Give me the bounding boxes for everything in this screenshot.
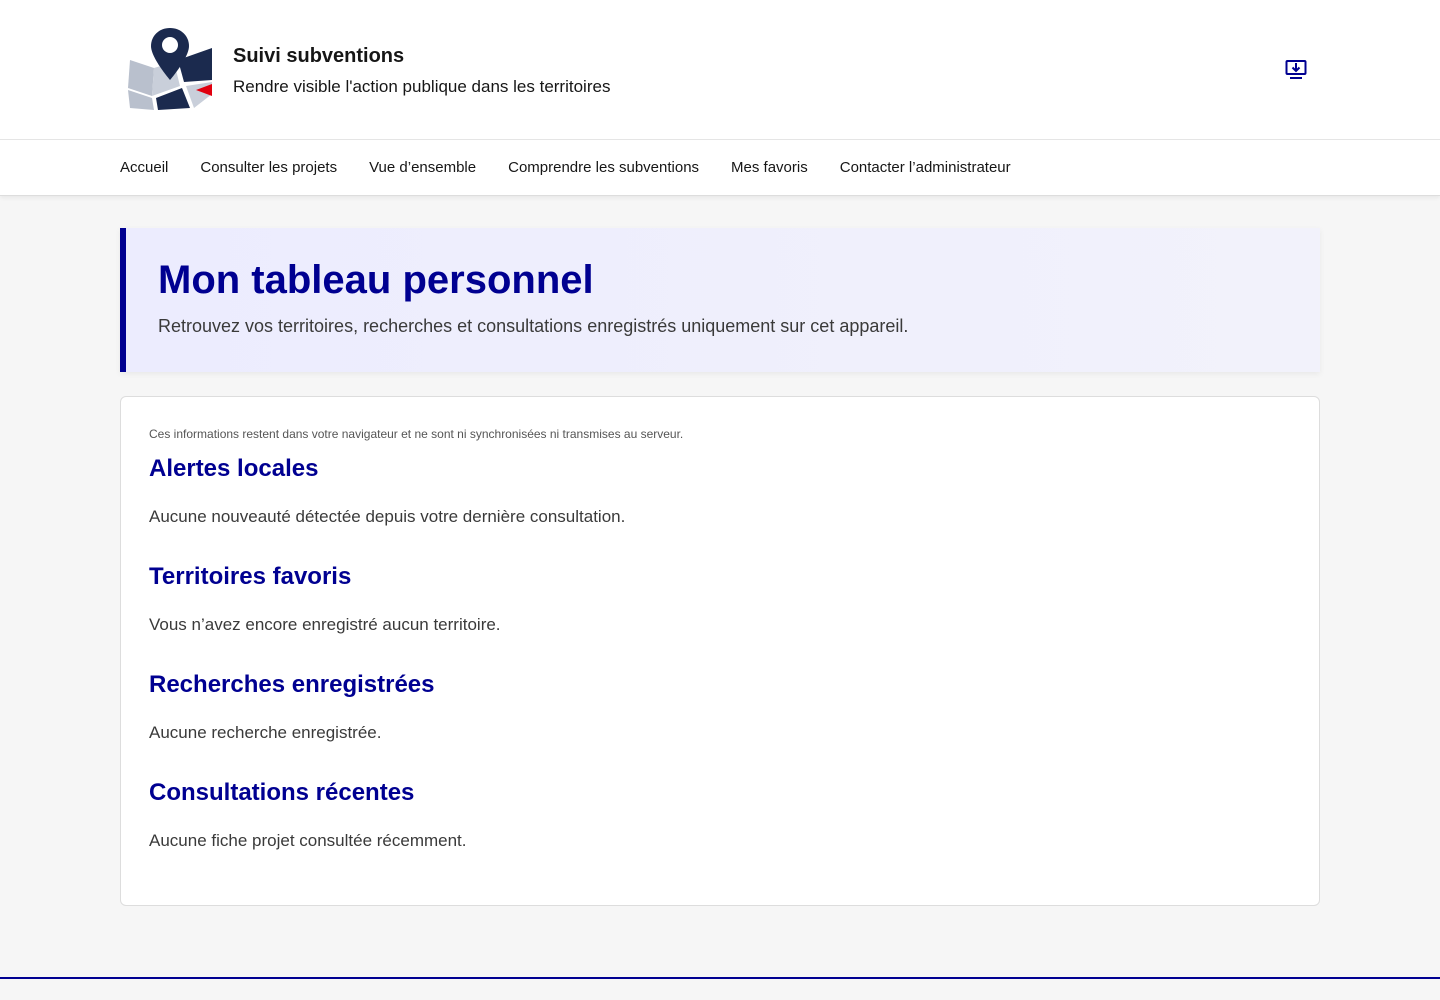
page-title: Mon tableau personnel [158,258,594,302]
nav-item-vue-ensemble[interactable]: Vue d’ensemble [369,159,476,176]
privacy-notice: Ces informations restent dans votre navi… [149,427,684,441]
section-text-recherches: Aucune recherche enregistrée. [149,723,382,742]
install-download-icon [1285,60,1307,79]
brand: Suivi subventions Rendre visible l'actio… [233,44,610,98]
site-title[interactable]: Suivi subventions [233,44,610,68]
section-title-recherches: Recherches enregistrées [149,671,435,698]
section-title-territoires: Territoires favoris [149,563,352,590]
nav-item-consulter-projets[interactable]: Consulter les projets [200,159,337,176]
site-tagline: Rendre visible l'action publique dans le… [233,77,611,96]
page-subtitle: Retrouvez vos territoires, recherches et… [158,316,909,336]
nav-item-comprendre-subventions[interactable]: Comprendre les subventions [508,159,699,176]
personal-dashboard-card: Ces informations restent dans votre navi… [120,396,1320,906]
section-text-consultations: Aucune fiche projet consultée récemment. [149,831,467,850]
section-text-territoires: Vous n’avez encore enregistré aucun terr… [149,615,501,634]
page-hero: Mon tableau personnel Retrouvez vos terr… [120,228,1320,372]
nav-item-contacter-administrateur[interactable]: Contacter l’administrateur [840,159,1011,176]
main-navigation: Accueil Consulter les projets Vue d’ense… [0,140,1440,196]
nav-item-mes-favoris[interactable]: Mes favoris [731,159,808,176]
nav-item-accueil[interactable]: Accueil [120,159,168,176]
section-title-alertes: Alertes locales [149,455,319,482]
install-app-button[interactable] [1280,54,1312,86]
footer-divider [0,977,1440,979]
map-pin-logo-icon[interactable] [124,24,216,116]
site-header: Suivi subventions Rendre visible l'actio… [0,0,1440,140]
section-title-consultations: Consultations récentes [149,779,415,806]
section-text-alertes: Aucune nouveauté détectée depuis votre d… [149,507,626,526]
